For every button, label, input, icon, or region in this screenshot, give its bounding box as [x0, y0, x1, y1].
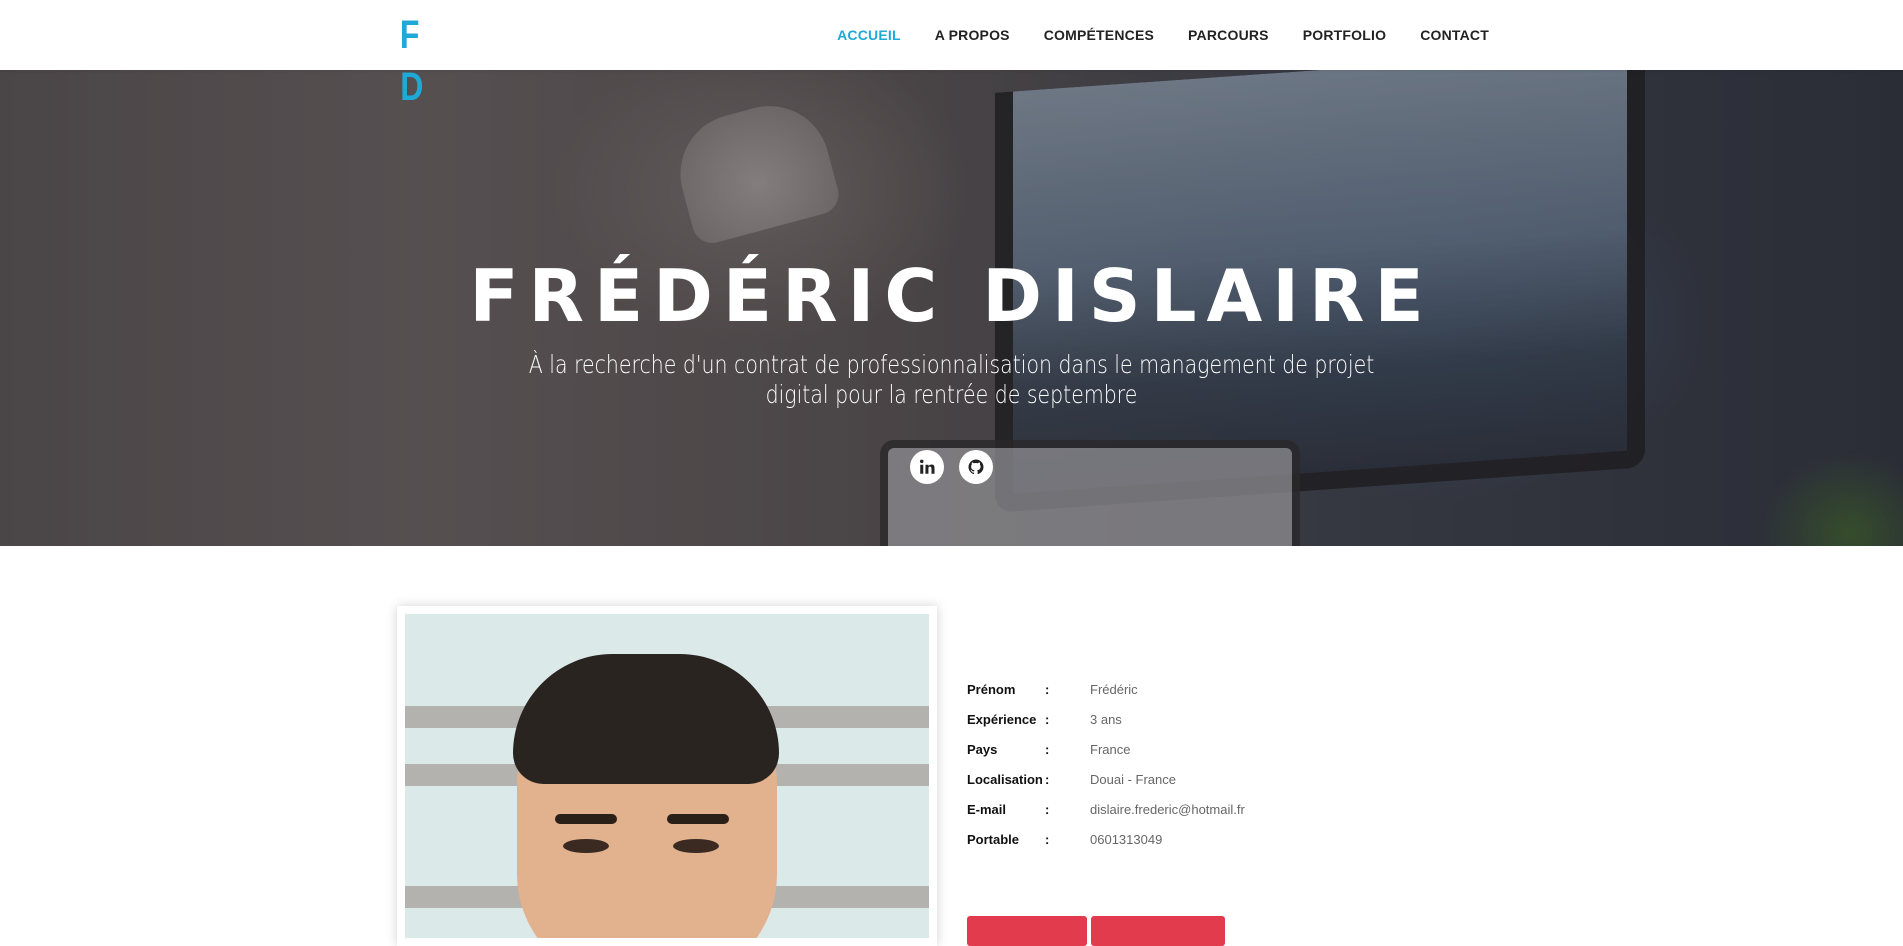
info-separator: :: [1045, 741, 1050, 757]
nav-item-accueil[interactable]: ACCUEIL: [837, 27, 901, 43]
site-logo[interactable]: FD: [398, 12, 438, 109]
linkedin-button[interactable]: [910, 450, 944, 484]
info-value: France: [1090, 741, 1131, 757]
info-separator: :: [1045, 831, 1050, 847]
nav-item-parcours[interactable]: PARCOURS: [1188, 27, 1269, 43]
info-row-phone: Portable : 0601313049: [967, 824, 1245, 854]
info-value: 3 ans: [1090, 711, 1122, 727]
info-separator: :: [1045, 771, 1050, 787]
info-label: E-mail: [967, 801, 1007, 817]
phone-value[interactable]: 0601313049: [1090, 832, 1162, 847]
social-links: [910, 450, 993, 484]
profile-photo: [405, 614, 929, 938]
info-label: Pays: [967, 741, 998, 757]
info-row-experience: Expérience : 3 ans: [967, 704, 1245, 734]
info-separator: :: [1045, 681, 1050, 697]
info-label: Expérience: [967, 711, 1037, 727]
hero-banner: FRÉDÉRIC DISLAIRE À la recherche d'un co…: [0, 70, 1903, 546]
github-icon: [968, 459, 984, 475]
hero-title: FRÉDÉRIC DISLAIRE: [469, 254, 1434, 338]
top-navbar: FD ACCUEIL A PROPOS COMPÉTENCES PARCOURS…: [0, 0, 1903, 109]
hero-subtitle: À la recherche d'un contrat de professio…: [528, 350, 1375, 409]
nav-item-contact[interactable]: CONTACT: [1420, 27, 1489, 43]
about-action-buttons: [967, 916, 1225, 946]
info-row-country: Pays : France: [967, 734, 1245, 764]
nav-item-a-propos[interactable]: A PROPOS: [935, 27, 1010, 43]
info-value: Douai - France: [1090, 771, 1176, 787]
info-separator: :: [1045, 711, 1050, 727]
nav-item-portfolio[interactable]: PORTFOLIO: [1303, 27, 1386, 43]
info-label: Localisation: [967, 771, 1043, 787]
nav-item-competences[interactable]: COMPÉTENCES: [1044, 27, 1154, 43]
info-label: Portable: [967, 831, 1020, 847]
profile-photo-frame: [397, 606, 937, 946]
info-label: Prénom: [967, 681, 1016, 697]
info-row-firstname: Prénom : Frédéric: [967, 674, 1245, 704]
linkedin-icon: [920, 459, 935, 474]
personal-info-list: Prénom : Frédéric Expérience : 3 ans Pay…: [967, 674, 1245, 854]
action-button-secondary[interactable]: [1091, 916, 1225, 946]
info-separator: :: [1045, 801, 1050, 817]
email-value[interactable]: dislaire.frederic@hotmail.fr: [1090, 802, 1245, 817]
main-nav: ACCUEIL A PROPOS COMPÉTENCES PARCOURS PO…: [837, 0, 1489, 70]
info-value: Frédéric: [1090, 681, 1138, 697]
github-button[interactable]: [959, 450, 993, 484]
info-row-email: E-mail : dislaire.frederic@hotmail.fr: [967, 794, 1245, 824]
action-button-primary[interactable]: [967, 916, 1087, 946]
info-row-location: Localisation : Douai - France: [967, 764, 1245, 794]
